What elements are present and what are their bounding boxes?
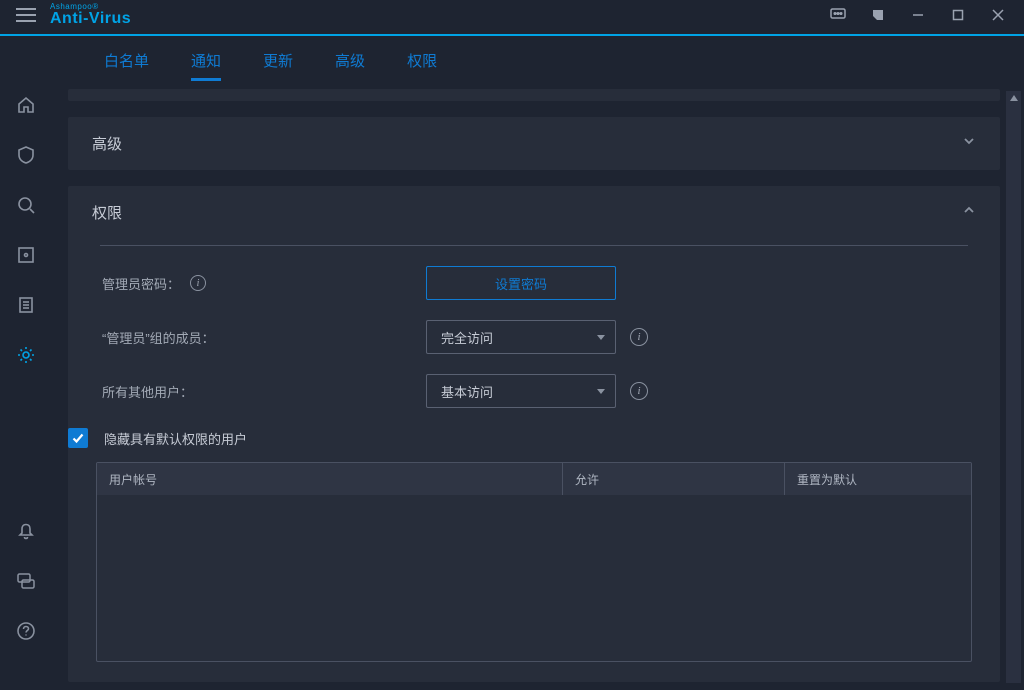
set-password-button[interactable]: 设置密码	[426, 266, 616, 300]
col-reset[interactable]: 重置为默认	[785, 463, 971, 495]
chat-icon[interactable]	[818, 0, 858, 30]
nav-quarantine-icon[interactable]	[14, 243, 38, 267]
app-brand: Ashampoo® Anti-Virus	[50, 3, 131, 27]
tab-permissions[interactable]: 权限	[407, 50, 437, 79]
tab-advanced[interactable]: 高级	[335, 50, 365, 79]
info-icon[interactable]: i	[630, 328, 648, 346]
caret-down-icon	[597, 335, 605, 340]
nav-home-icon[interactable]	[14, 93, 38, 117]
nav-logs-icon[interactable]	[14, 293, 38, 317]
window-minimize[interactable]	[898, 0, 938, 30]
admin-group-dropdown[interactable]: 完全访问	[426, 320, 616, 354]
section-permissions-title: 权限	[92, 202, 122, 223]
admin-group-label: “管理员”组的成员：	[102, 328, 215, 347]
admin-password-label: 管理员密码：	[102, 274, 180, 293]
prev-section-tail	[68, 89, 1000, 101]
settings-tabs: 白名单 通知 更新 高级 权限	[0, 36, 1024, 89]
info-icon[interactable]: i	[190, 275, 206, 291]
chevron-up-icon	[962, 203, 976, 222]
nav-search-icon[interactable]	[14, 193, 38, 217]
content-area: 高级 权限 管理员密码： i 设置密码	[52, 89, 1024, 683]
col-account[interactable]: 用户帐号	[97, 463, 563, 495]
note-icon[interactable]	[858, 0, 898, 30]
sidebar	[0, 89, 52, 683]
tab-updates[interactable]: 更新	[263, 50, 293, 79]
nav-feedback-icon[interactable]	[14, 569, 38, 593]
nav-help-icon[interactable]	[14, 619, 38, 643]
nav-settings-icon[interactable]	[14, 343, 38, 367]
nav-shield-icon[interactable]	[14, 143, 38, 167]
other-users-label: 所有其他用户：	[102, 382, 193, 401]
scroll-up-arrow[interactable]	[1006, 91, 1021, 105]
other-users-value: 基本访问	[441, 382, 493, 401]
users-table: 用户帐号 允许 重置为默认	[96, 462, 972, 662]
info-icon[interactable]: i	[630, 382, 648, 400]
window-close[interactable]	[978, 0, 1018, 30]
section-permissions-header[interactable]: 权限	[68, 186, 1000, 239]
tab-whitelist[interactable]: 白名单	[104, 50, 149, 79]
hide-default-users-checkbox[interactable]	[68, 428, 88, 448]
section-advanced-title: 高级	[92, 133, 122, 154]
section-permissions: 权限 管理员密码： i 设置密码 “管理员”组的成员：	[68, 186, 1000, 682]
window-maximize[interactable]	[938, 0, 978, 30]
tab-notifications[interactable]: 通知	[191, 50, 221, 79]
other-users-dropdown[interactable]: 基本访问	[426, 374, 616, 408]
col-allow[interactable]: 允许	[563, 463, 785, 495]
nav-bell-icon[interactable]	[14, 519, 38, 543]
admin-group-value: 完全访问	[441, 328, 493, 347]
chevron-down-icon	[962, 134, 976, 153]
hide-default-users-label: 隐藏具有默认权限的用户	[104, 429, 247, 448]
caret-down-icon	[597, 389, 605, 394]
menu-hamburger[interactable]	[6, 0, 46, 30]
vertical-scrollbar[interactable]	[1006, 91, 1021, 683]
section-advanced-header[interactable]: 高级	[68, 117, 1000, 170]
section-advanced: 高级	[68, 117, 1000, 170]
